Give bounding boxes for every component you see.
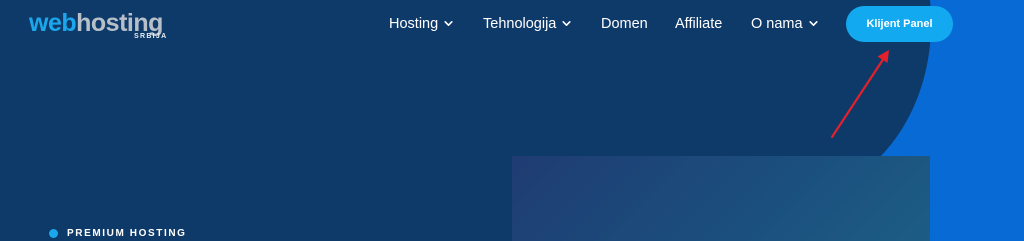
tagline-text: PREMIUM HOSTING bbox=[67, 228, 187, 239]
tagline-dot-icon bbox=[49, 229, 58, 238]
hero-section: webhosting SRBIJA Hosting Tehnologija Do… bbox=[0, 0, 1024, 241]
annotation-arrow-icon bbox=[830, 50, 889, 139]
